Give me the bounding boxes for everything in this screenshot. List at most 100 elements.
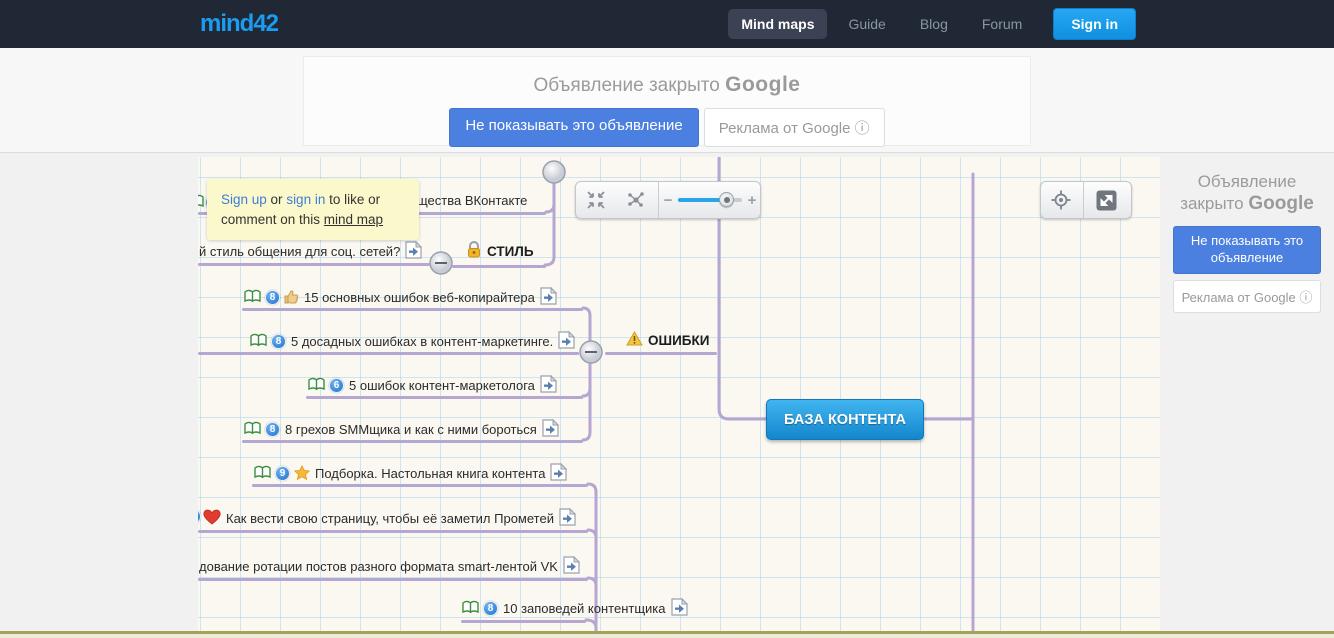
branch-line (198, 578, 588, 581)
fullscreen-button[interactable] (1086, 182, 1126, 218)
signin-tooltip: Sign up or sign in to like or comment on… (207, 179, 419, 240)
comment-count-badge: 8 (271, 334, 286, 349)
sidebar-ad: Объявление закрыто Google Не показывать … (1160, 171, 1334, 313)
sidebar-ads-by-google-button[interactable]: Реклама от Google ⓘ (1173, 280, 1321, 313)
node-link-icon[interactable] (563, 556, 580, 577)
top-ad-banner: Объявление закрыто Google Не показывать … (0, 48, 1334, 152)
nav-forum[interactable]: Forum (969, 9, 1035, 39)
zoom-slider-handle[interactable] (719, 192, 734, 207)
comment-count-badge: 8 (483, 601, 498, 616)
tooltip-signin-link[interactable]: sign in (286, 192, 325, 207)
map-node[interactable]: 8 10 заповедей контентщика (462, 598, 688, 619)
map-overview-button[interactable] (616, 182, 656, 218)
branch-line (252, 484, 588, 487)
bottom-edge-strip (0, 634, 1334, 638)
info-icon: ⓘ (1299, 290, 1312, 305)
comment-count-badge: 8 (265, 290, 280, 305)
nav-guide[interactable]: Guide (835, 9, 898, 39)
branch-errors-spine (583, 308, 590, 440)
node-link-icon[interactable] (542, 419, 559, 440)
crosshair-icon (1050, 189, 1072, 211)
lock-icon (466, 241, 482, 261)
warning-icon (626, 331, 643, 349)
nav-blog[interactable]: Blog (907, 9, 961, 39)
branch-line (242, 308, 583, 311)
node-link-icon[interactable] (540, 375, 557, 396)
mindmap-canvas[interactable]: 8 щества ВКонтакте й стиль общения для с… (198, 157, 1160, 631)
sidebar-dismiss-ad-button[interactable]: Не показывать это объявление (1173, 226, 1321, 274)
toolbar-separator (1083, 182, 1084, 218)
comment-count-badge: 8 (265, 422, 280, 437)
ad-closed-box: Объявление закрыто Google Не показывать … (303, 56, 1031, 146)
branch-line (306, 396, 583, 399)
star-icon (294, 465, 310, 483)
map-node[interactable]: й стиль общения для соц. сетей? (198, 241, 422, 262)
book-icon (198, 194, 204, 213)
sign-in-button[interactable]: Sign in (1053, 8, 1136, 40)
map-viewport: 8 щества ВКонтакте й стиль общения для с… (0, 152, 1334, 638)
node-link-icon[interactable] (671, 598, 688, 619)
thumbs-up-icon (284, 289, 299, 307)
node-link-icon[interactable] (559, 508, 576, 529)
branch-line (198, 530, 588, 533)
branch-line (242, 440, 583, 443)
tooltip-signup-link[interactable]: Sign up (221, 192, 267, 207)
node-link-icon[interactable] (558, 331, 575, 352)
sidebar-ad-title: Объявление закрыто Google (1160, 171, 1334, 216)
mind42-app: mind42 Mind maps Guide Blog Forum Sign i… (0, 0, 1334, 638)
branch-line (452, 265, 546, 268)
map-node[interactable]: 6 5 ошибок контент-маркетолога (308, 375, 557, 396)
zoom-in-button[interactable]: + (745, 192, 759, 209)
center-map-button[interactable] (1041, 182, 1081, 218)
map-node-errors[interactable]: ОШИБКИ (626, 331, 710, 349)
map-node[interactable]: 8 8 грехов SMMщика и как с ними бороться (244, 419, 559, 440)
google-wordmark: Google (1248, 193, 1313, 214)
mindmap-graph-icon (626, 190, 646, 210)
ads-by-google-button[interactable]: Реклама от Google ⓘ (704, 108, 885, 147)
book-icon (254, 465, 271, 482)
map-node-style[interactable]: СТИЛЬ (466, 241, 535, 261)
branch-line (605, 352, 717, 355)
collapse-ball[interactable] (543, 161, 565, 183)
node-link-icon[interactable] (405, 241, 422, 262)
book-icon (308, 377, 325, 394)
ad-closed-text: Объявление закрыто (534, 75, 720, 96)
central-node[interactable]: БАЗА КОНТЕНТА (766, 399, 924, 440)
nav-mind-maps[interactable]: Mind maps (728, 9, 827, 39)
zoom-toolbar: − + (575, 181, 761, 219)
zoom-slider[interactable] (678, 198, 742, 202)
map-node[interactable]: 8 15 основных ошибок веб-копирайтера (244, 287, 557, 308)
info-icon: ⓘ (855, 120, 870, 137)
branch-line (198, 263, 430, 266)
map-node[interactable]: щества ВКонтакте (416, 193, 528, 208)
ad-closed-title: Объявление закрыто Google (304, 73, 1030, 97)
heart-icon (203, 509, 221, 528)
map-node[interactable]: Как вести свою страницу, чтобы её замети… (203, 508, 576, 529)
map-node[interactable]: дование ротации постов разного формата s… (198, 556, 580, 577)
branch-style-spine (545, 183, 554, 265)
branch-line (461, 620, 586, 623)
view-toolbar (1040, 181, 1132, 219)
zoom-out-button[interactable]: − (661, 192, 675, 209)
google-wordmark: Google (725, 73, 800, 96)
navbar-links: Mind maps Guide Blog Forum Sign in (728, 8, 1136, 40)
map-node[interactable]: 8 5 досадных ошибках в контент-маркетинг… (250, 331, 575, 352)
book-icon (244, 289, 261, 306)
comment-count-badge: 9 (275, 466, 290, 481)
node-link-icon[interactable] (550, 463, 567, 484)
book-icon (250, 333, 267, 350)
mind42-logo[interactable]: mind42 (200, 10, 278, 38)
tooltip-mindmap-link[interactable]: mind map (324, 212, 383, 227)
fullscreen-icon (1096, 190, 1117, 211)
comment-count-badge: 6 (329, 378, 344, 393)
book-icon (244, 421, 261, 438)
branch-line (198, 352, 579, 355)
branch-trunk-right (925, 174, 973, 631)
book-icon (462, 600, 479, 617)
toolbar-separator (658, 182, 659, 218)
collapse-all-button[interactable] (576, 182, 616, 218)
collapse-arrows-icon (586, 190, 606, 210)
node-link-icon[interactable] (540, 287, 557, 308)
map-node[interactable]: 9 Подборка. Настольная книга контента (254, 463, 567, 484)
dismiss-ad-button[interactable]: Не показывать это объявление (449, 108, 698, 147)
